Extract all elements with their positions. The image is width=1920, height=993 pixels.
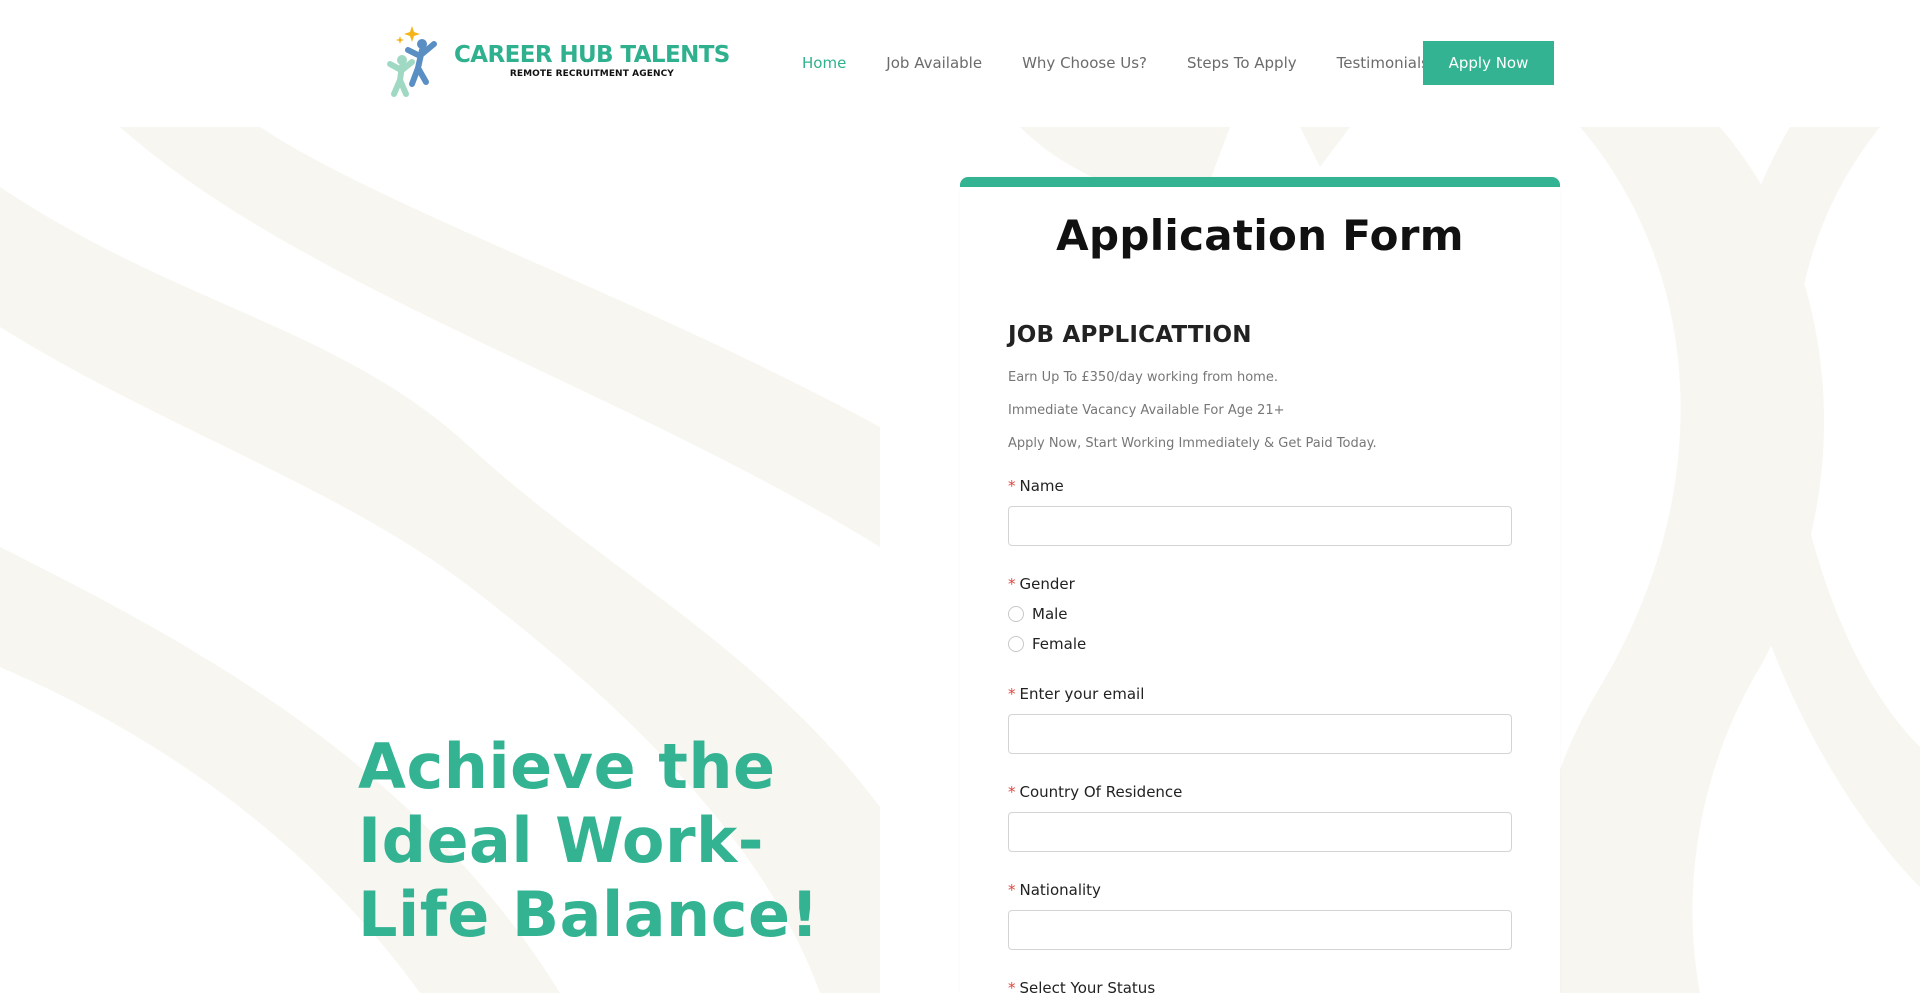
required-mark: *	[1008, 477, 1016, 495]
gender-option-label: Male	[1032, 605, 1068, 623]
nationality-input[interactable]	[1008, 910, 1512, 950]
hero-headline: Achieve the Ideal Work-Life Balance!	[358, 730, 820, 951]
status-label: * Select Your Status	[1008, 979, 1155, 993]
name-input[interactable]	[1008, 506, 1512, 546]
nav-testimonials[interactable]: Testimonials	[1337, 54, 1429, 72]
required-mark: *	[1008, 783, 1016, 801]
form-title: Application Form	[1056, 211, 1464, 260]
apply-now-button[interactable]: Apply Now	[1423, 41, 1554, 85]
nav-why-choose-us[interactable]: Why Choose Us?	[1022, 54, 1147, 72]
site-header: CAREER HUB TALENTS REMOTE RECRUITMENT AG…	[0, 0, 1920, 127]
brand-tagline: REMOTE RECRUITMENT AGENCY	[509, 68, 674, 79]
country-label: * Country Of Residence	[1008, 783, 1182, 801]
nav-job-available[interactable]: Job Available	[886, 54, 982, 72]
form-description-2: Immediate Vacancy Available For Age 21+	[1008, 403, 1285, 418]
hero-subtext-partial	[358, 975, 758, 993]
nav-steps-to-apply[interactable]: Steps To Apply	[1187, 54, 1297, 72]
required-mark: *	[1008, 881, 1016, 899]
people-jumping-icon	[387, 26, 437, 97]
gender-option-male[interactable]: Male	[1008, 605, 1068, 623]
gender-label: * Gender	[1008, 575, 1075, 593]
required-mark: *	[1008, 575, 1016, 593]
brand-text: CAREER HUB TALENTS REMOTE RECRUITMENT AG…	[454, 42, 730, 79]
gender-option-label: Female	[1032, 635, 1087, 653]
nationality-label-text: Nationality	[1019, 881, 1101, 899]
nationality-label: * Nationality	[1008, 881, 1101, 899]
name-label: * Name	[1008, 477, 1064, 495]
status-label-text: Select Your Status	[1019, 979, 1156, 993]
brand-name: CAREER HUB TALENTS	[454, 41, 730, 68]
brand-logo[interactable]: CAREER HUB TALENTS REMOTE RECRUITMENT AG…	[378, 22, 730, 98]
required-mark: *	[1008, 979, 1016, 993]
gender-label-text: Gender	[1019, 575, 1075, 593]
country-label-text: Country Of Residence	[1019, 783, 1183, 801]
required-mark: *	[1008, 685, 1016, 703]
form-description-1: Earn Up To £350/day working from home.	[1008, 370, 1278, 385]
radio-button[interactable]	[1008, 636, 1024, 652]
nav-home[interactable]: Home	[802, 54, 846, 72]
radio-button[interactable]	[1008, 606, 1024, 622]
main-nav: Home Job Available Why Choose Us? Steps …	[802, 40, 1469, 86]
section-title: JOB APPLICATTION	[1008, 322, 1252, 348]
gender-option-female[interactable]: Female	[1008, 635, 1086, 653]
application-form-card: Application Form JOB APPLICATTION Earn U…	[960, 177, 1560, 993]
email-label: * Enter your email	[1008, 685, 1144, 703]
email-input[interactable]	[1008, 714, 1512, 754]
country-input[interactable]	[1008, 812, 1512, 852]
email-label-text: Enter your email	[1019, 685, 1145, 703]
form-description-3: Apply Now, Start Working Immediately & G…	[1008, 436, 1377, 451]
name-label-text: Name	[1019, 477, 1064, 495]
